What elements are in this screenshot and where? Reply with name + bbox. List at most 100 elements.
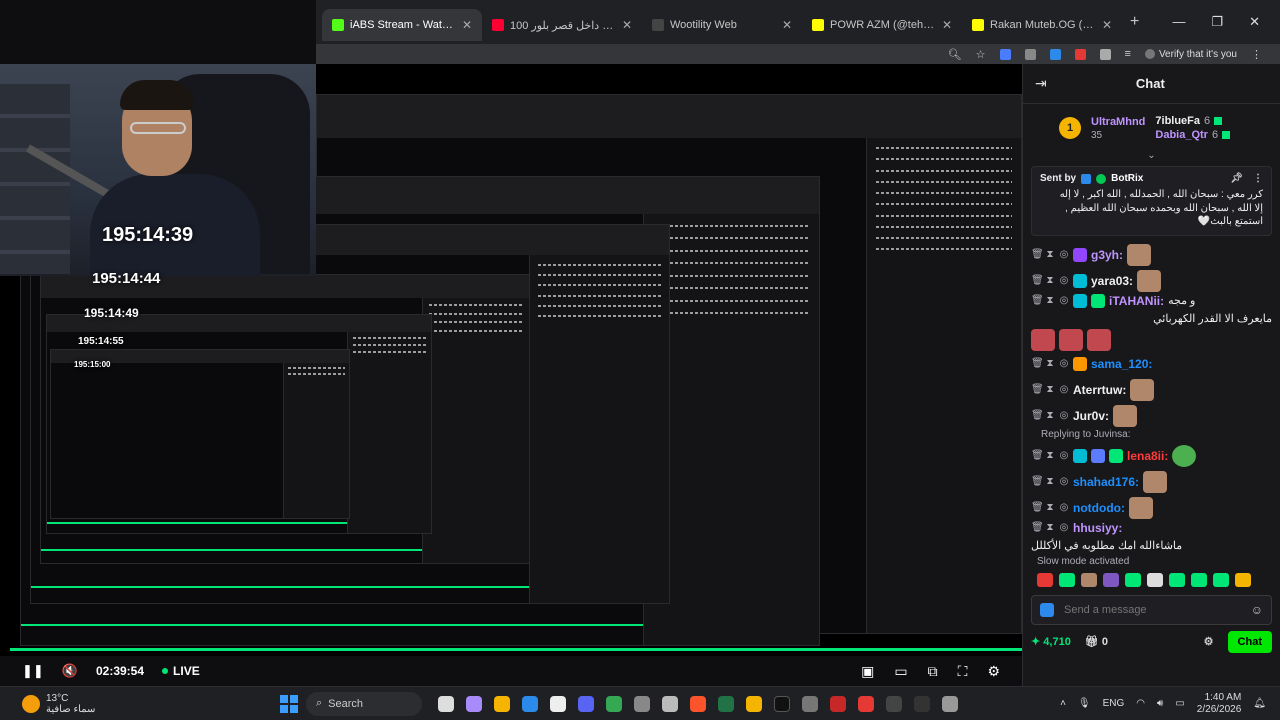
zoom-icon[interactable]: 🔍︎ [948, 48, 962, 61]
emote-button[interactable] [1059, 572, 1075, 587]
app-icon[interactable] [914, 695, 930, 712]
star-icon[interactable]: ☆ [976, 48, 986, 61]
delete-icon[interactable]: 🗑︎ [1031, 249, 1044, 260]
ban-icon[interactable]: ⧗ [1045, 295, 1055, 306]
emote-button[interactable] [1081, 572, 1097, 587]
tiktok-icon[interactable] [774, 695, 790, 712]
taskbar-search[interactable]: ⌕ Search [306, 691, 422, 716]
emote-button[interactable] [1125, 572, 1141, 587]
delete-icon[interactable]: 🗑︎ [1031, 295, 1044, 306]
theater-mode-icon[interactable]: ▭ [894, 663, 907, 680]
menu-list-icon[interactable]: ≡ [1125, 48, 1131, 60]
mute-button[interactable]: 🔇 [62, 663, 78, 679]
emote-button[interactable] [1147, 572, 1163, 587]
pinned-username[interactable]: BotRix [1111, 173, 1143, 184]
new-tab-button[interactable]: + [1122, 13, 1147, 31]
ban-icon[interactable]: ⧗ [1045, 384, 1055, 395]
browser-tab-kick[interactable]: iABS Stream - Watch Live on K ✕ [322, 9, 482, 41]
pip-icon[interactable]: ⧉ [928, 663, 938, 680]
delete-icon[interactable]: 🗑︎ [1031, 358, 1044, 369]
chat-username[interactable]: g3yh: [1091, 248, 1123, 262]
delete-icon[interactable]: 🗑︎ [1031, 450, 1044, 461]
settings-gear-icon[interactable]: ⚙ [987, 663, 1000, 680]
ban-icon[interactable]: ⧗ [1045, 502, 1055, 513]
task-view-icon[interactable] [438, 695, 454, 712]
close-icon[interactable]: ✕ [462, 18, 472, 32]
file-explorer-icon[interactable] [494, 695, 510, 712]
timeout-icon[interactable]: ◎ [1059, 358, 1069, 369]
timeout-icon[interactable]: ◎ [1059, 522, 1069, 533]
chat-username[interactable]: sama_120: [1091, 357, 1152, 371]
browser-tab-snap-azm[interactable]: POWR AZM (@tehazm) | Snap ✕ [802, 9, 962, 41]
timeout-icon[interactable]: ◎ [1059, 410, 1069, 421]
expand-leaderboard-icon[interactable]: ⌄ [1023, 151, 1280, 162]
discord-icon[interactable] [578, 695, 594, 712]
kick-coins-balance[interactable]: ✦ 4,710 [1031, 635, 1071, 648]
close-icon[interactable]: ✕ [1102, 18, 1112, 32]
settings-icon[interactable] [942, 695, 958, 712]
live-indicator[interactable]: LIVE [162, 664, 200, 678]
collapse-chat-icon[interactable]: ⇥ [1035, 75, 1047, 92]
profile-button[interactable]: Verify that it's you [1144, 49, 1237, 60]
emote-button[interactable] [1235, 572, 1251, 587]
chat-input-box[interactable]: ☺ [1031, 594, 1272, 625]
close-window-button[interactable]: ✕ [1249, 14, 1260, 30]
chevron-up-icon[interactable]: ˄ [1060, 698, 1066, 709]
app-icon[interactable] [830, 695, 846, 712]
extension-icon[interactable] [1049, 48, 1061, 60]
ban-icon[interactable]: ⧗ [1045, 522, 1055, 533]
emote-button[interactable] [1191, 572, 1207, 587]
extension-icon[interactable] [1024, 48, 1036, 60]
acrobat-icon[interactable] [858, 695, 874, 712]
chat-username[interactable]: Aterrtuw: [1073, 383, 1126, 397]
app-icon[interactable] [746, 695, 762, 712]
playback-progress-bar[interactable] [10, 648, 1022, 651]
ban-icon[interactable]: ⧗ [1045, 275, 1055, 286]
close-icon[interactable]: ✕ [622, 18, 632, 32]
chat-username[interactable]: iTAHANii: [1109, 294, 1164, 308]
delete-icon[interactable]: 🗑︎ [1031, 476, 1044, 487]
ban-icon[interactable]: ⧗ [1045, 410, 1055, 421]
pin-icon[interactable]: 📌︎ [1230, 173, 1243, 184]
timeout-icon[interactable]: ◎ [1059, 502, 1069, 513]
emote-button[interactable] [1169, 572, 1185, 587]
delete-icon[interactable]: 🗑︎ [1031, 410, 1044, 421]
clock[interactable]: 1:40 AM 2/26/2026 [1197, 692, 1242, 716]
chat-username[interactable]: notdodo: [1073, 501, 1125, 515]
chat-username[interactable]: yara03: [1091, 274, 1133, 288]
ban-icon[interactable]: ⧗ [1045, 476, 1055, 487]
timeout-icon[interactable]: ◎ [1059, 275, 1069, 286]
ban-icon[interactable]: ⧗ [1045, 450, 1055, 461]
video-player[interactable]: 195:14:39 195:14:44 195:14:49 195:14:55 … [0, 64, 1022, 656]
language-indicator[interactable]: ENG [1103, 698, 1125, 709]
leader-third-name[interactable]: Dabia_Qtr [1155, 129, 1208, 141]
reply-context[interactable]: Replying to Juvinsa: [1031, 429, 1272, 443]
send-chat-button[interactable]: Chat [1227, 630, 1272, 653]
chat-username[interactable]: Jur0v: [1073, 409, 1109, 423]
close-icon[interactable]: ✕ [782, 18, 792, 32]
leader-first-name[interactable]: UltraMhnd [1091, 116, 1145, 128]
chat-username[interactable]: shahad176: [1073, 475, 1139, 489]
delete-icon[interactable]: 🗑︎ [1031, 384, 1044, 395]
app-icon[interactable] [886, 695, 902, 712]
timeout-icon[interactable]: ◎ [1059, 450, 1069, 461]
app-icon[interactable] [662, 695, 678, 712]
weather-widget[interactable]: 13°C سماء صافية [0, 693, 280, 715]
emoji-picker-icon[interactable]: ☺ [1251, 603, 1263, 617]
ban-icon[interactable]: ⧗ [1045, 358, 1055, 369]
delete-icon[interactable]: 🗑︎ [1031, 275, 1044, 286]
clip-icon[interactable]: ▣ [861, 663, 874, 680]
chat-username[interactable]: lena8ii: [1127, 449, 1168, 463]
chat-username[interactable]: hhusiyy: [1073, 521, 1122, 535]
more-options-icon[interactable]: ⋮ [1253, 173, 1263, 184]
excel-icon[interactable] [718, 695, 734, 712]
extensions-puzzle-icon[interactable] [1099, 48, 1111, 60]
mic-icon[interactable]: 🎙︎ [1078, 698, 1091, 709]
close-icon[interactable]: ✕ [942, 18, 952, 32]
start-button[interactable] [280, 694, 298, 713]
chrome-icon[interactable] [606, 695, 622, 712]
app-icon[interactable] [634, 695, 650, 712]
wifi-icon[interactable]: ◠ [1136, 698, 1145, 709]
edge-icon[interactable] [522, 695, 538, 712]
timeout-icon[interactable]: ◎ [1059, 249, 1069, 260]
